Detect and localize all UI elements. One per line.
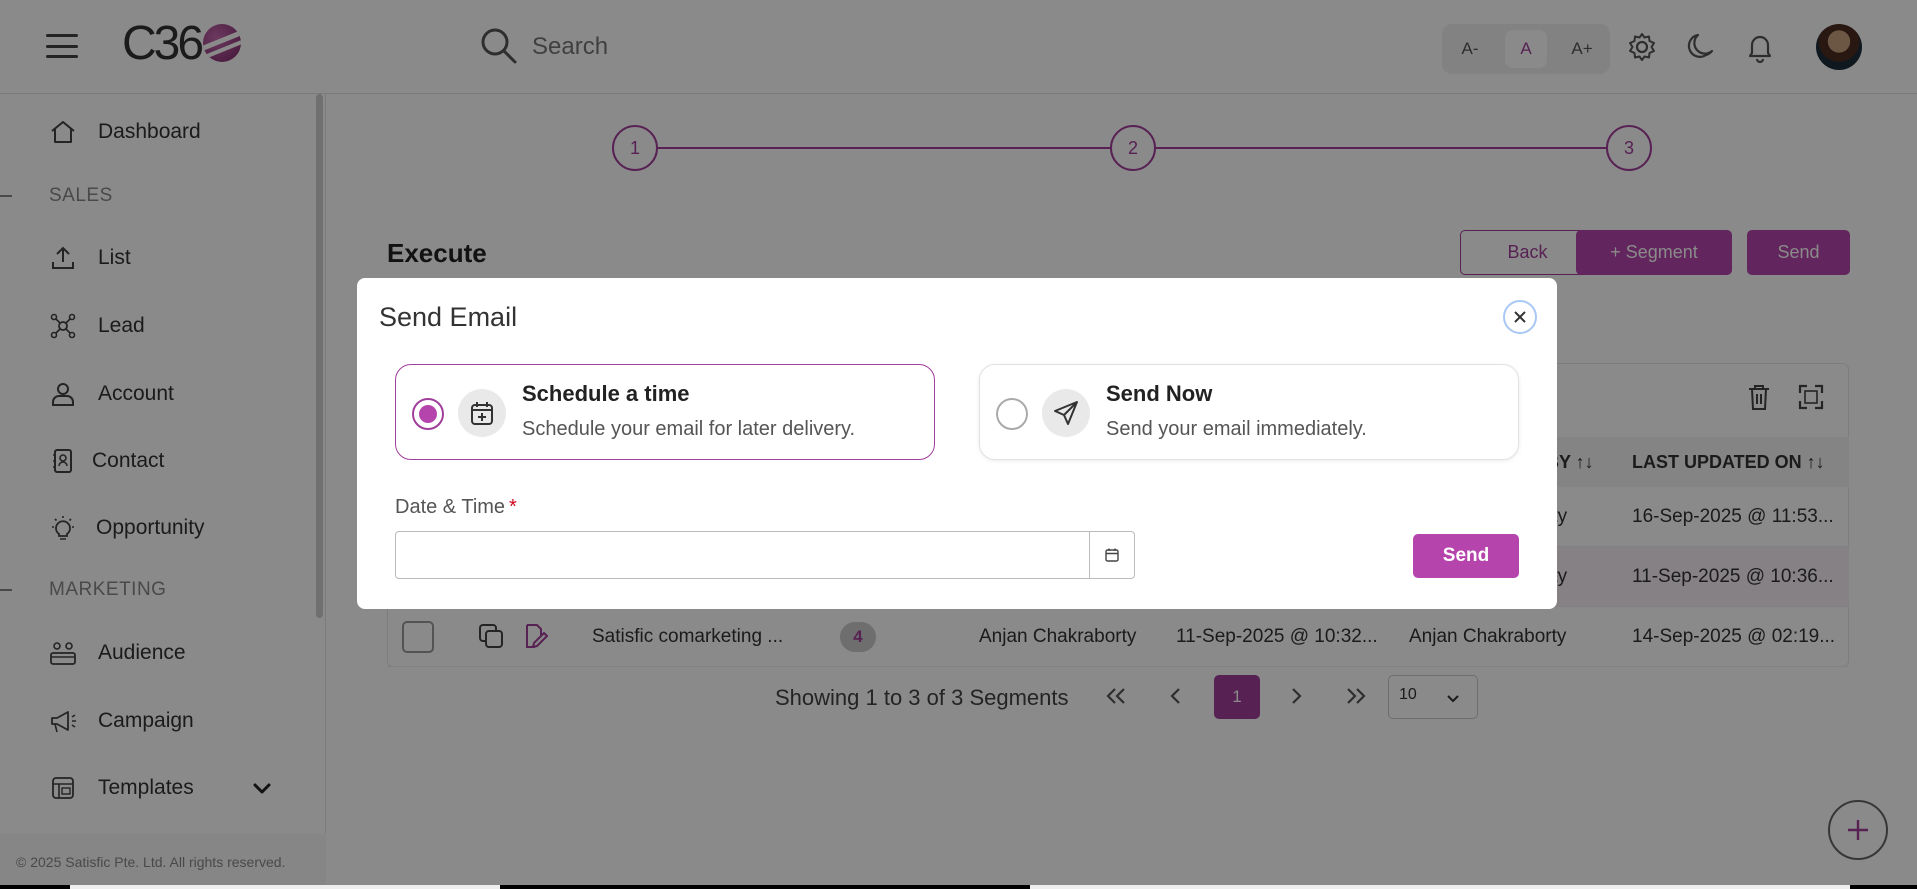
- schedule-option-card[interactable]: Schedule a time Schedule your email for …: [395, 364, 935, 460]
- send-email-modal: Send Email Schedule a time Schedule your…: [357, 278, 1557, 609]
- date-time-label: Date & Time *: [395, 496, 517, 519]
- close-icon: [1514, 311, 1526, 323]
- calendar-icon: [1105, 548, 1119, 562]
- scrollbar-segment: [70, 885, 500, 889]
- modal-send-button[interactable]: Send: [1413, 534, 1519, 578]
- option-title: Schedule a time: [522, 381, 690, 406]
- send-now-option-card[interactable]: Send Now Send your email immediately.: [979, 364, 1519, 460]
- option-description: Schedule your email for later delivery.: [522, 418, 856, 440]
- paper-plane-icon: [1042, 389, 1090, 437]
- send-now-radio[interactable]: [996, 398, 1028, 430]
- option-description: Send your email immediately.: [1106, 418, 1367, 440]
- calendar-plus-icon: [458, 389, 506, 437]
- calendar-picker-button[interactable]: [1089, 531, 1135, 579]
- close-button[interactable]: [1503, 300, 1537, 334]
- date-time-input[interactable]: [395, 531, 1091, 579]
- schedule-radio[interactable]: [412, 398, 444, 430]
- date-time-label-text: Date & Time: [395, 496, 506, 518]
- scrollbar-segment: [1030, 885, 1850, 889]
- option-title: Send Now: [1106, 381, 1213, 406]
- required-marker: *: [509, 496, 517, 518]
- modal-title: Send Email: [379, 302, 518, 332]
